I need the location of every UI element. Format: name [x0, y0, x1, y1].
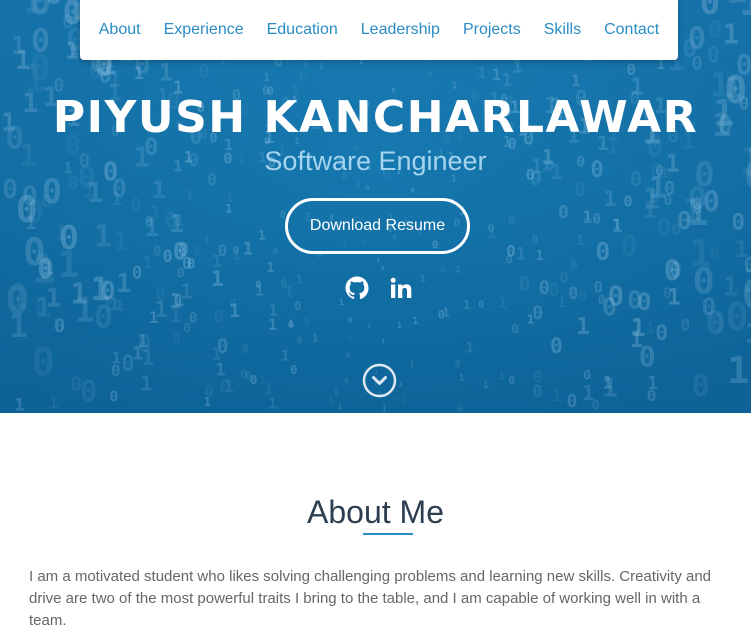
nav-about[interactable]: About: [87, 0, 152, 60]
hero-name: PIYUSH KANCHARLAWAR: [52, 92, 699, 143]
nav-skills[interactable]: Skills: [532, 0, 592, 60]
chevron-down-icon: [362, 363, 397, 398]
page: 0000010100010011010001000001110111111000…: [0, 0, 751, 637]
download-resume-button[interactable]: Download Resume: [285, 198, 470, 254]
nav-experience[interactable]: Experience: [152, 0, 255, 60]
about-paragraph: I am a motivated student who likes solvi…: [29, 568, 712, 629]
nav-leadership[interactable]: Leadership: [349, 0, 451, 60]
github-icon[interactable]: [345, 276, 369, 300]
scroll-down-button[interactable]: [362, 363, 397, 398]
hero-job-title: Software Engineer: [264, 146, 487, 176]
heading-underline: [363, 533, 413, 535]
nav-projects[interactable]: Projects: [451, 0, 532, 60]
hero-section: 0000010100010011010001000001110111111000…: [0, 0, 751, 413]
linkedin-icon[interactable]: [389, 276, 413, 300]
nav-education[interactable]: Education: [255, 0, 349, 60]
nav-contact[interactable]: Contact: [593, 0, 671, 60]
about-heading: About Me: [307, 494, 444, 530]
top-navbar: About Experience Education Leadership Pr…: [80, 0, 678, 60]
